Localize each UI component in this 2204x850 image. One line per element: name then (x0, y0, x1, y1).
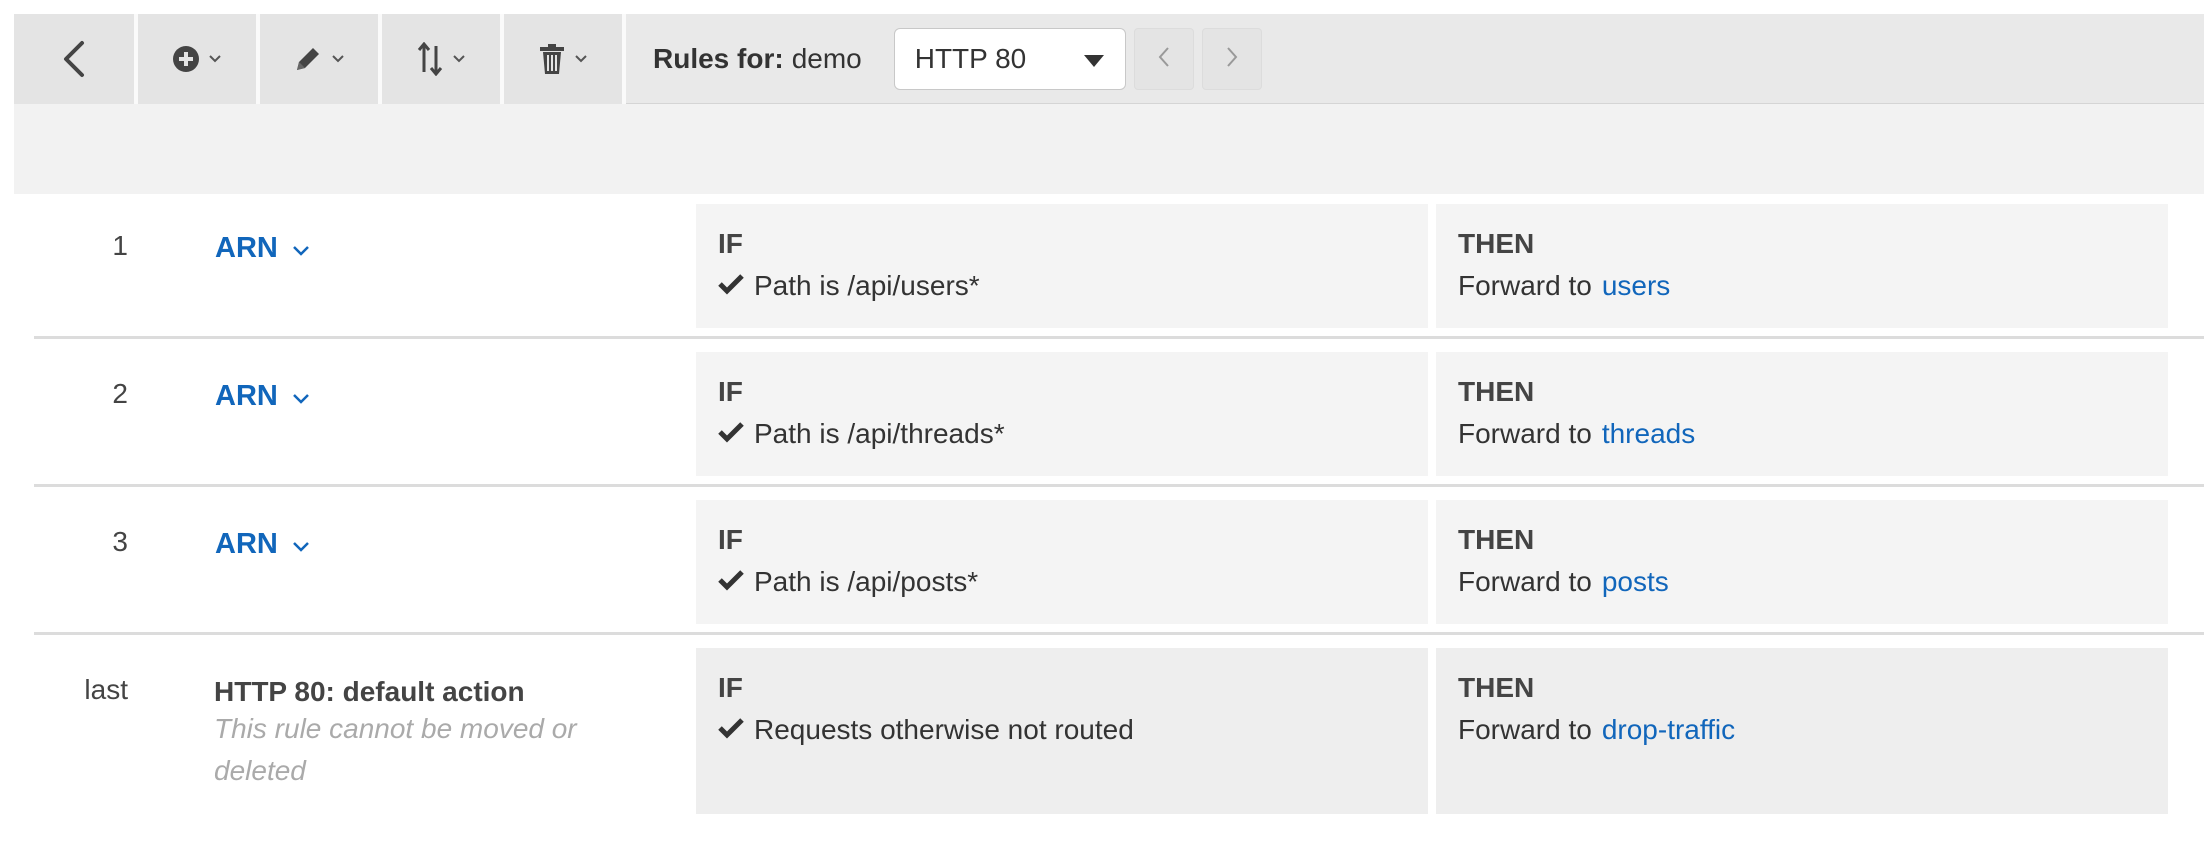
action-line: Forward to posts (1458, 564, 2146, 600)
action-line: Forward to drop-traffic (1458, 712, 2146, 748)
checkmark-icon (718, 714, 744, 746)
toolbar: Rules for: demo HTTP 80 (14, 14, 2204, 104)
chevron-right-icon (1226, 46, 1238, 73)
rule-condition-box: IF Path is /api/posts* (696, 500, 1428, 624)
listener-select[interactable]: HTTP 80 (893, 28, 1126, 90)
rule-priority: 2 (112, 378, 128, 409)
rule-action-box: THEN Forward to threads (1436, 352, 2168, 476)
action-line: Forward to users (1458, 268, 2146, 304)
if-label: IF (718, 228, 743, 259)
toolbar-spacer (14, 104, 2204, 194)
then-label: THEN (1458, 672, 1535, 703)
rule-divider (34, 632, 2204, 635)
rule-row: 3 ARN IF Path is /api/posts* THEN Forwar… (34, 500, 2204, 628)
checkmark-icon (718, 566, 744, 598)
if-label: IF (718, 376, 743, 407)
then-label: THEN (1458, 524, 1535, 555)
caret-down-icon (1083, 43, 1105, 75)
rule-arn-dropdown[interactable]: ARN (215, 232, 310, 265)
plus-circle-icon (172, 45, 200, 73)
then-label: THEN (1458, 228, 1535, 259)
chevron-left-icon (1158, 46, 1170, 73)
chevron-left-icon (62, 39, 86, 79)
edit-rule-button[interactable] (260, 14, 382, 104)
target-group-link[interactable]: drop-traffic (1602, 714, 1735, 746)
then-label: THEN (1458, 376, 1535, 407)
rule-priority: last (84, 674, 128, 705)
condition-text: Path is /api/posts* (754, 566, 979, 597)
rule-action-box: THEN Forward to users (1436, 204, 2168, 328)
rule-divider (34, 336, 2204, 339)
condition-text: Path is /api/users* (754, 270, 980, 301)
rule-condition-box: IF Path is /api/users* (696, 204, 1428, 328)
chevron-down-icon (452, 54, 466, 64)
trash-icon (538, 43, 566, 75)
arn-label: ARN (215, 232, 278, 264)
checkmark-icon (718, 418, 744, 450)
target-group-link[interactable]: posts (1602, 566, 1669, 598)
rule-condition-box: IF Requests otherwise not routed (696, 648, 1428, 814)
rule-divider (34, 484, 2204, 487)
reorder-rules-button[interactable] (382, 14, 504, 104)
action-prefix: Forward to (1458, 418, 1592, 449)
rule-priority: 3 (112, 526, 128, 557)
target-group-link[interactable]: users (1602, 270, 1670, 302)
if-label: IF (718, 524, 743, 555)
chevron-down-icon (208, 54, 222, 64)
load-balancer-name: demo (791, 42, 862, 74)
checkmark-icon (718, 270, 744, 302)
add-rule-button[interactable] (138, 14, 260, 104)
action-prefix: Forward to (1458, 270, 1592, 301)
condition-text: Requests otherwise not routed (754, 714, 1134, 745)
condition-line: Requests otherwise not routed (718, 712, 1406, 748)
condition-line: Path is /api/users* (718, 268, 1406, 304)
chevron-down-icon (331, 54, 345, 64)
chevron-down-icon (574, 54, 588, 64)
rule-row: 1 ARN IF Path is /api/users* THEN Forwar… (34, 204, 2204, 332)
chevron-down-icon (292, 528, 310, 561)
rule-row: 2 ARN IF Path is /api/threads* THEN Forw… (34, 352, 2204, 480)
default-rule-note: This rule cannot be moved or deleted (214, 713, 577, 786)
previous-listener-button[interactable] (1133, 28, 1194, 90)
rule-priority: 1 (112, 230, 128, 261)
arn-label: ARN (215, 528, 278, 560)
pencil-icon (293, 44, 323, 74)
condition-line: Path is /api/threads* (718, 416, 1406, 452)
chevron-down-icon (292, 232, 310, 265)
condition-line: Path is /api/posts* (718, 564, 1406, 600)
next-listener-button[interactable] (1201, 28, 1262, 90)
default-rule-title: HTTP 80: default action (214, 676, 525, 707)
rules-for-label: Rules for: demo (626, 14, 862, 103)
listener-selected-value: HTTP 80 (914, 43, 1027, 74)
rules-for-prefix: Rules for: (653, 42, 784, 74)
action-line: Forward to threads (1458, 416, 2146, 452)
action-prefix: Forward to (1458, 566, 1592, 597)
back-button[interactable] (14, 14, 138, 104)
chevron-down-icon (292, 380, 310, 413)
action-prefix: Forward to (1458, 714, 1592, 745)
condition-text: Path is /api/threads* (754, 418, 1005, 449)
arn-label: ARN (215, 380, 278, 412)
default-rule-row: last HTTP 80: default action This rule c… (34, 648, 2204, 816)
sort-arrows-icon (416, 42, 444, 76)
if-label: IF (718, 672, 743, 703)
rule-arn-dropdown[interactable]: ARN (215, 528, 310, 561)
delete-rule-button[interactable] (504, 14, 626, 104)
rule-action-box: THEN Forward to posts (1436, 500, 2168, 624)
rule-arn-dropdown[interactable]: ARN (215, 380, 310, 413)
target-group-link[interactable]: threads (1602, 418, 1695, 450)
rule-condition-box: IF Path is /api/threads* (696, 352, 1428, 476)
rule-action-box: THEN Forward to drop-traffic (1436, 648, 2168, 814)
